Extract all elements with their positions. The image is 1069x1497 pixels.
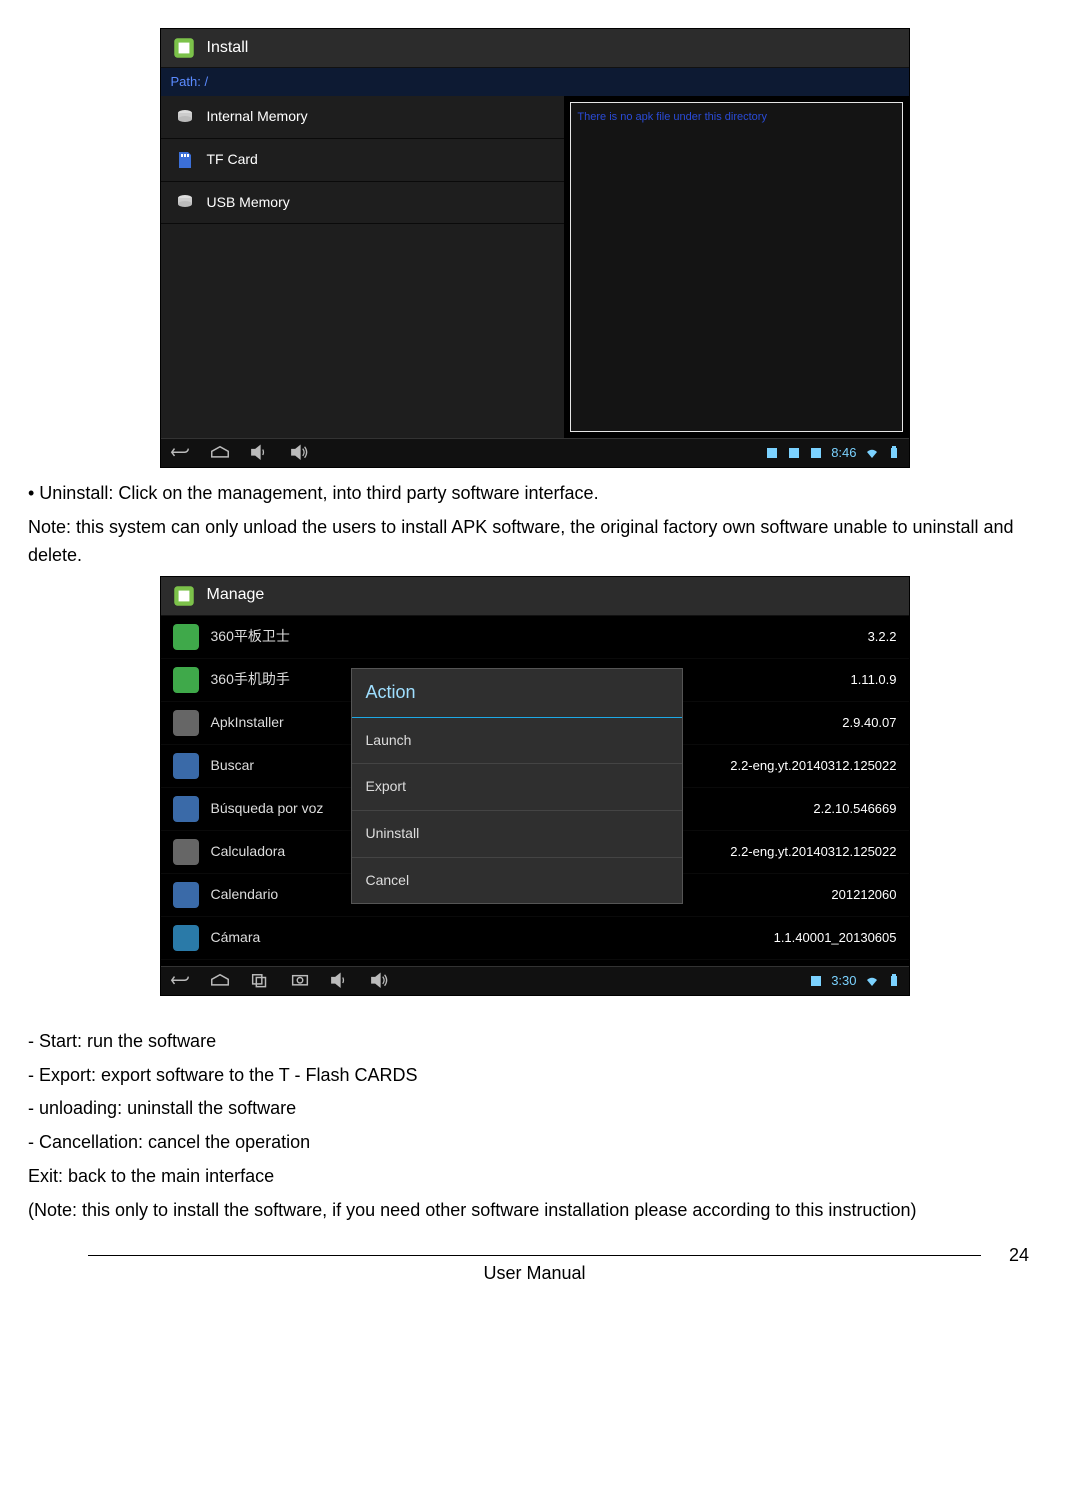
storage-label: Internal Memory [207, 106, 308, 128]
app-name: Búsqueda por voz [211, 798, 324, 820]
manage-screenshot: Manage 360平板卫士 3.2.2 360手机助手 1.11.0.9 ApkI… [160, 576, 910, 996]
app-version: 2.2-eng.yt.20140312.125022 [730, 842, 896, 862]
app-version: 2.2.10.546669 [813, 799, 896, 819]
app-name: Calculadora [211, 841, 286, 863]
android-package-icon [171, 583, 197, 609]
paragraph-uninstall: • Uninstall: Click on the management, in… [28, 480, 1041, 508]
page-number: 24 [989, 1242, 1029, 1270]
sdcard-status-icon [809, 974, 823, 988]
home-icon[interactable] [209, 444, 231, 462]
app-name: Buscar [211, 755, 255, 777]
app-version: 201212060 [831, 885, 896, 905]
directory-pane: There is no apk file under this director… [570, 102, 902, 432]
volume-down-icon[interactable] [329, 972, 351, 990]
screen-title: Manage [207, 583, 265, 608]
titlebar: Install [161, 29, 909, 68]
install-screenshot: Install Path: / Internal Memory TF Card … [160, 28, 910, 468]
battery-icon [887, 446, 901, 460]
titlebar: Manage [161, 577, 909, 616]
app-icon [173, 624, 199, 650]
paragraph-note: Note: this system can only unload the us… [28, 514, 1041, 570]
status-time: 3:30 [831, 971, 856, 991]
app-version: 3.2.2 [868, 627, 897, 647]
wifi-icon [865, 974, 879, 988]
list-export: - Export: export software to the T - Fla… [28, 1062, 1041, 1090]
footer-rule [88, 1255, 981, 1256]
dialog-option-launch[interactable]: Launch [352, 718, 682, 765]
app-name: Cámara [211, 927, 261, 949]
download-status-icon [809, 446, 823, 460]
app-icon [173, 667, 199, 693]
storage-item-tf[interactable]: TF Card [161, 139, 565, 182]
app-name: ApkInstaller [211, 712, 284, 734]
storage-list: Internal Memory TF Card USB Memory [161, 96, 565, 438]
volume-up-icon[interactable] [289, 444, 311, 462]
recents-icon[interactable] [249, 972, 271, 990]
note-paragraph: (Note: this only to install the software… [28, 1197, 1041, 1225]
screenshot-icon[interactable] [289, 972, 311, 990]
app-icon [173, 710, 199, 736]
list-exit: Exit: back to the main interface [28, 1163, 1041, 1191]
footer-label: User Manual [80, 1260, 989, 1288]
app-icon [173, 882, 199, 908]
app-icon [173, 839, 199, 865]
storage-label: USB Memory [207, 192, 290, 214]
dialog-option-export[interactable]: Export [352, 764, 682, 811]
app-name: Calendario [211, 884, 279, 906]
app-version: 2.9.40.07 [842, 713, 896, 733]
storage-item-usb[interactable]: USB Memory [161, 182, 565, 225]
android-package-icon [171, 35, 197, 61]
system-navbar: 8:46 [161, 438, 909, 467]
volume-down-icon[interactable] [249, 444, 271, 462]
disk-icon [175, 192, 195, 212]
sdcard-status-icon [765, 446, 779, 460]
system-navbar: 3:30 [161, 966, 909, 995]
volume-up-icon[interactable] [369, 972, 391, 990]
back-icon[interactable] [169, 972, 191, 990]
screen-title: Install [207, 36, 249, 61]
app-row[interactable]: 360平板卫士 3.2.2 [161, 616, 909, 659]
dialog-option-cancel[interactable]: Cancel [352, 858, 682, 904]
app-row[interactable]: Cámara 1.1.40001_20130605 [161, 917, 909, 960]
path-bar[interactable]: Path: / [161, 68, 909, 96]
app-name: 360平板卫士 [211, 626, 290, 648]
app-icon [173, 753, 199, 779]
list-unloading: - unloading: uninstall the software [28, 1095, 1041, 1123]
dialog-option-uninstall[interactable]: Uninstall [352, 811, 682, 858]
page-footer: User Manual 24 [28, 1260, 1041, 1288]
app-version: 1.11.0.9 [850, 670, 896, 690]
battery-icon [887, 974, 901, 988]
storage-item-internal[interactable]: Internal Memory [161, 96, 565, 139]
dialog-title: Action [352, 669, 682, 718]
status-time: 8:46 [831, 443, 856, 463]
list-start: - Start: run the software [28, 1028, 1041, 1056]
app-version: 1.1.40001_20130605 [774, 928, 897, 948]
app-icon [173, 925, 199, 951]
disk-icon [175, 107, 195, 127]
sd-card-icon [175, 150, 195, 170]
app-name: 360手机助手 [211, 669, 290, 691]
action-dialog: Action Launch Export Uninstall Cancel [351, 668, 683, 905]
home-icon[interactable] [209, 972, 231, 990]
app-icon [173, 796, 199, 822]
usb-status-icon [787, 446, 801, 460]
back-icon[interactable] [169, 444, 191, 462]
storage-label: TF Card [207, 149, 258, 171]
list-cancel: - Cancellation: cancel the operation [28, 1129, 1041, 1157]
app-version: 2.2-eng.yt.20140312.125022 [730, 756, 896, 776]
empty-hint: There is no apk file under this director… [577, 111, 767, 123]
wifi-icon [865, 446, 879, 460]
